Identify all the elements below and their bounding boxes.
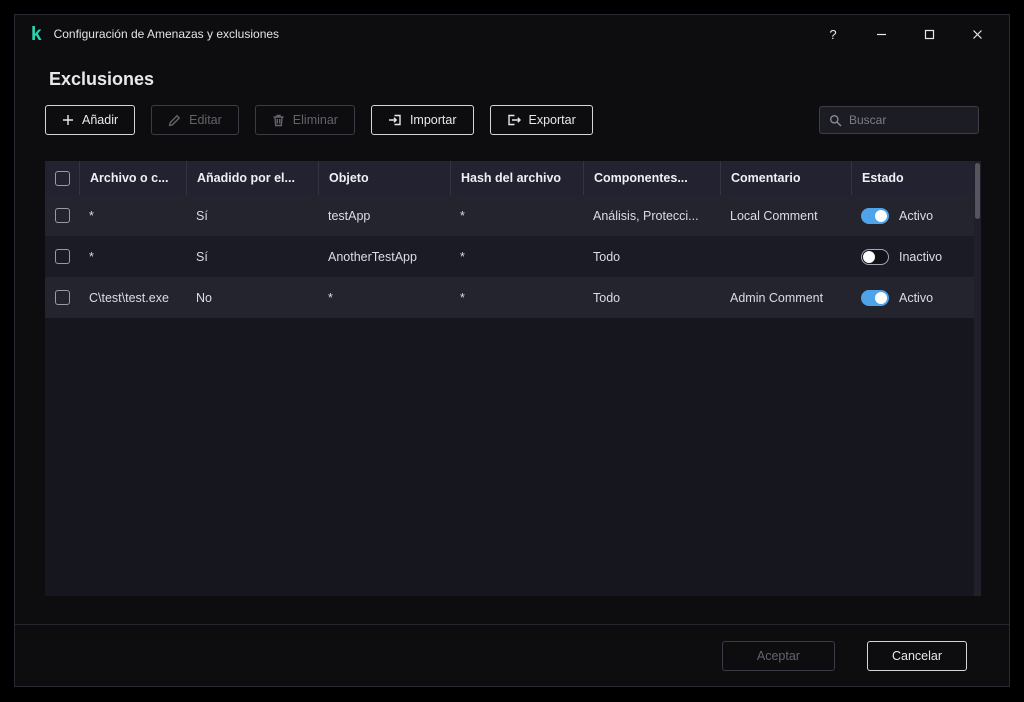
close-button[interactable]	[953, 15, 1001, 53]
cancel-button[interactable]: Cancelar	[866, 640, 967, 671]
edit-button-label: Editar	[189, 113, 222, 127]
cell-comment: Local Comment	[730, 208, 818, 223]
accept-button[interactable]: Aceptar	[721, 640, 835, 671]
export-button-label: Exportar	[528, 113, 576, 127]
column-header-added-by[interactable]: Añadido por el...	[186, 161, 318, 195]
column-header-object[interactable]: Objeto	[318, 161, 450, 195]
cell-components: Análisis, Protecci...	[593, 208, 699, 223]
status-toggle[interactable]	[861, 289, 889, 306]
column-header-comment[interactable]: Comentario	[720, 161, 851, 195]
edit-button[interactable]: Editar	[151, 105, 239, 135]
minimize-icon	[876, 33, 886, 35]
search-box	[819, 106, 979, 134]
cell-comment	[720, 236, 851, 277]
import-icon	[388, 114, 401, 126]
status-toggle[interactable]	[861, 207, 889, 224]
cell-file: C\test\test.exe	[89, 290, 169, 305]
add-button-label: Añadir	[82, 113, 119, 127]
delete-button-label: Eliminar	[292, 113, 338, 127]
toggle-knob	[875, 291, 887, 304]
table-row[interactable]: C\test\test.exe No * * Todo Admin Commen…	[45, 277, 974, 318]
footer-bar: Aceptar Cancelar	[15, 624, 1009, 686]
cell-file: *	[89, 208, 94, 223]
cell-comment: Admin Comment	[730, 290, 824, 305]
row-checkbox[interactable]	[54, 290, 70, 305]
add-button[interactable]: Añadir	[45, 105, 136, 135]
column-header-components[interactable]: Componentes...	[583, 161, 720, 195]
cell-object: testApp	[328, 208, 371, 223]
cell-components: Todo	[593, 290, 621, 305]
status-label: Activo	[899, 290, 934, 305]
minimize-button[interactable]	[857, 15, 905, 53]
cell-file: *	[89, 249, 94, 264]
title-bar: k Configuración de Amenazas y exclusione…	[15, 15, 1009, 53]
toolbar: Añadir Editar Eliminar Importar Exportar	[15, 105, 1009, 135]
plus-icon	[63, 115, 73, 125]
cell-components: Todo	[593, 249, 621, 264]
row-checkbox[interactable]	[54, 249, 70, 264]
delete-button[interactable]: Eliminar	[254, 105, 355, 135]
status-label: Activo	[899, 208, 934, 223]
cell-hash: *	[460, 249, 465, 264]
toggle-knob	[875, 209, 887, 222]
window-controls: ?	[809, 15, 1009, 53]
export-button[interactable]: Exportar	[489, 105, 593, 135]
help-button[interactable]: ?	[809, 15, 857, 53]
column-header-hash[interactable]: Hash del archivo	[450, 161, 583, 195]
status-toggle[interactable]	[861, 248, 889, 265]
cell-hash: *	[460, 290, 465, 305]
window-title: Configuración de Amenazas y exclusiones	[53, 27, 280, 41]
export-icon	[507, 114, 521, 126]
exclusions-table: Archivo o c... Añadido por el... Objeto …	[45, 161, 981, 596]
cell-object: AnotherTestApp	[328, 249, 417, 264]
toggle-knob	[863, 250, 875, 263]
select-all-checkbox[interactable]	[54, 170, 70, 186]
cell-added-by: Sí	[196, 249, 208, 264]
row-checkbox[interactable]	[54, 208, 70, 223]
app-window: k Configuración de Amenazas y exclusione…	[14, 14, 1010, 687]
cell-added-by: Sí	[196, 208, 208, 223]
kaspersky-logo-icon: k	[31, 23, 42, 45]
column-header-file[interactable]: Archivo o c...	[79, 161, 186, 195]
search-input[interactable]	[849, 113, 969, 127]
trash-icon	[273, 114, 284, 126]
search-icon	[830, 114, 842, 126]
table-body: * Sí testApp * Análisis, Protecci... Loc…	[45, 195, 974, 596]
status-label: Inactivo	[899, 249, 943, 264]
scrollbar-thumb[interactable]	[975, 163, 980, 219]
cell-hash: *	[460, 208, 465, 223]
close-icon	[972, 29, 982, 39]
cell-added-by: No	[196, 290, 212, 305]
import-button[interactable]: Importar	[370, 105, 474, 135]
cell-object: *	[328, 290, 333, 305]
table-row[interactable]: * Sí AnotherTestApp * Todo Inactivo	[45, 236, 974, 277]
table-header-row: Archivo o c... Añadido por el... Objeto …	[45, 161, 981, 195]
table-row[interactable]: * Sí testApp * Análisis, Protecci... Loc…	[45, 195, 974, 236]
vertical-scrollbar[interactable]	[974, 161, 981, 596]
pencil-icon	[168, 114, 181, 126]
page-title: Exclusiones	[49, 69, 155, 89]
column-header-status[interactable]: Estado	[851, 161, 981, 195]
maximize-icon	[924, 29, 934, 39]
import-button-label: Importar	[409, 113, 457, 127]
maximize-button[interactable]	[905, 15, 953, 53]
